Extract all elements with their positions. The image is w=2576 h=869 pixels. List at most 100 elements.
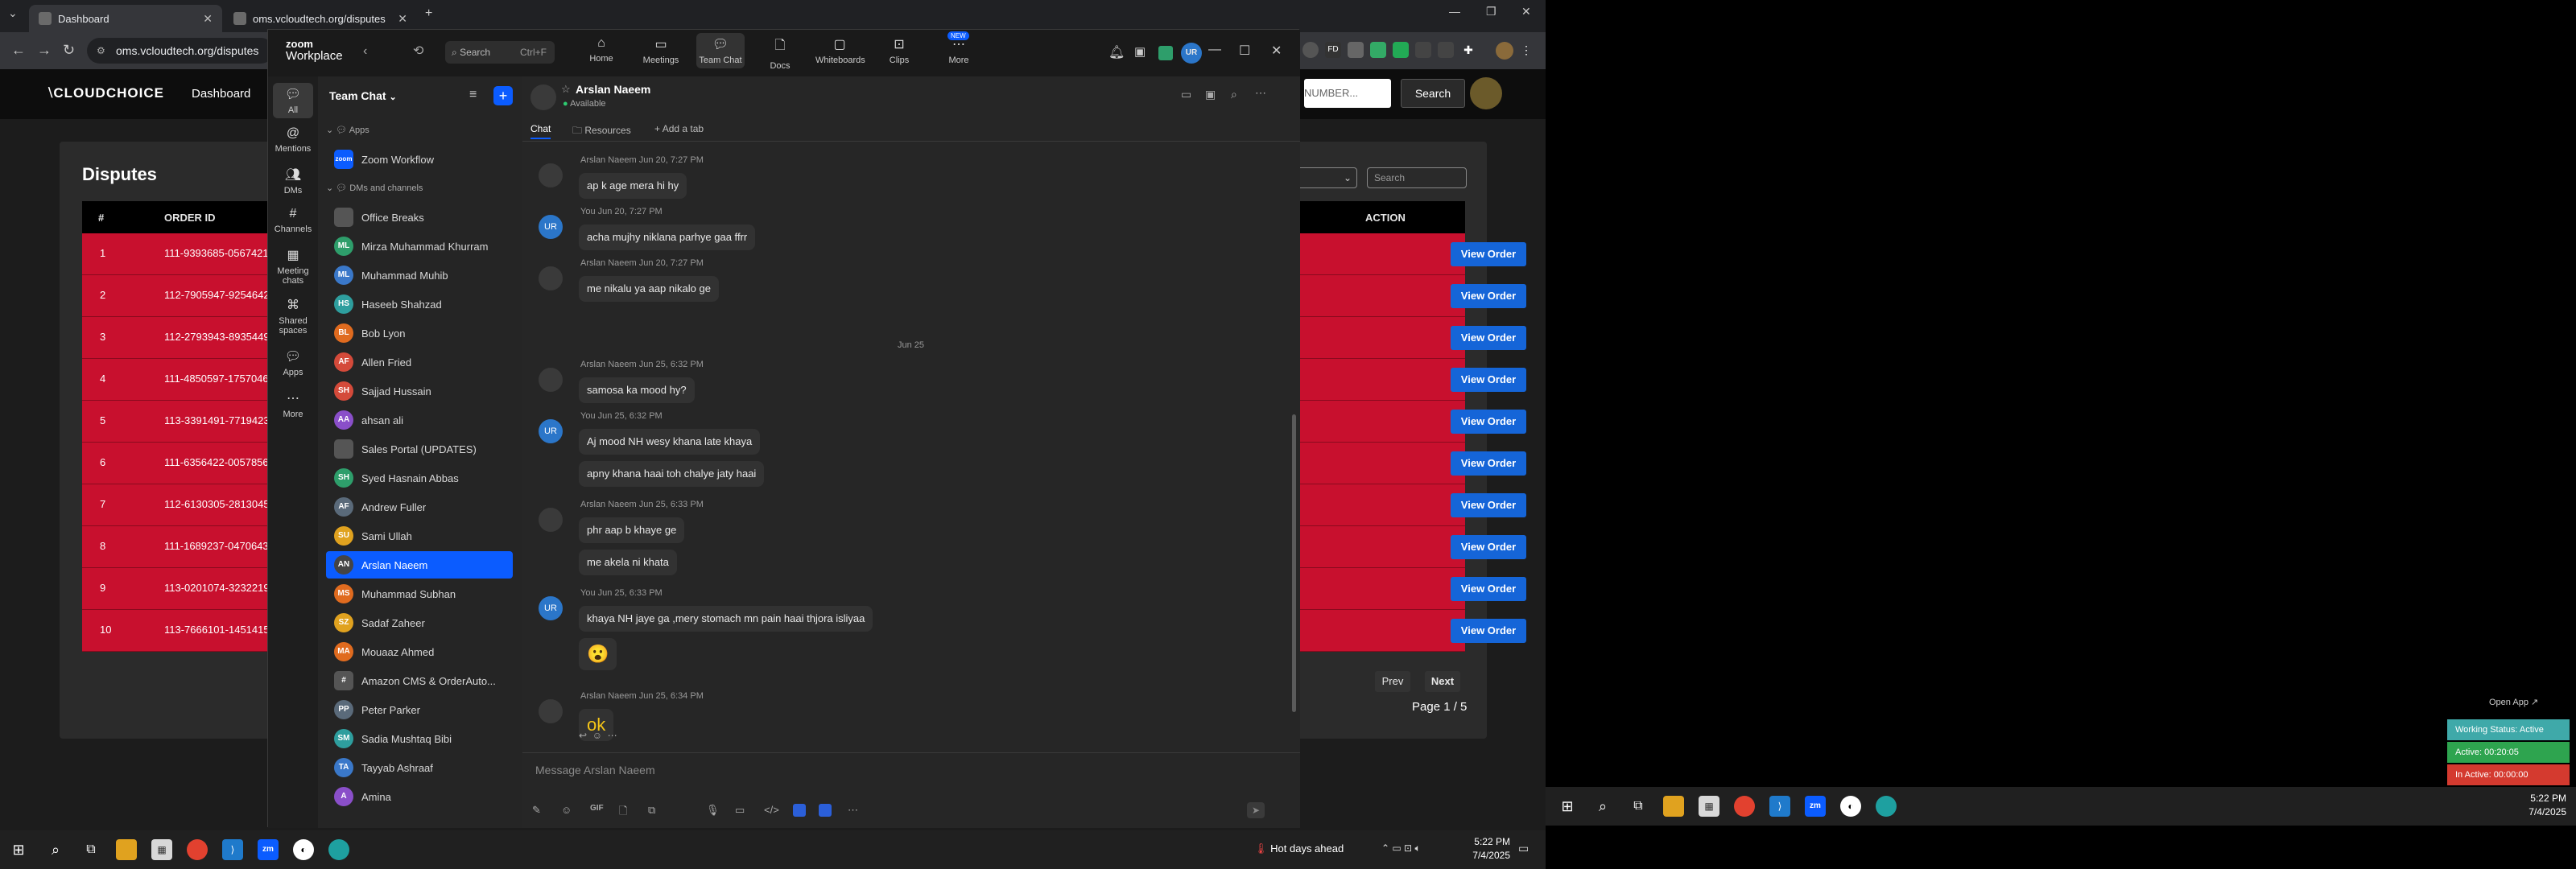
nav-more[interactable]: NEW ⋯ More: [935, 31, 983, 65]
add-tab-button[interactable]: + Add a tab: [654, 123, 704, 134]
extension-icon[interactable]: [1370, 42, 1386, 58]
view-order-button[interactable]: View Order: [1451, 326, 1526, 350]
message-bubble[interactable]: phr aap b khaye ge: [579, 517, 685, 543]
extension-icon[interactable]: [1302, 42, 1319, 58]
contact-item[interactable]: Sales Portal (UPDATES): [326, 435, 513, 463]
contact-avatar[interactable]: [530, 84, 556, 110]
my-avatar[interactable]: UR: [539, 596, 563, 620]
chrome-icon[interactable]: [187, 839, 208, 860]
store-icon[interactable]: ▦: [151, 839, 172, 860]
view-order-button[interactable]: View Order: [1451, 410, 1526, 434]
back-icon[interactable]: ‹: [363, 44, 367, 59]
contact-item[interactable]: A Amina: [326, 783, 513, 810]
send-icon[interactable]: ➤: [1247, 802, 1265, 818]
zoom-app-icon[interactable]: zm: [258, 839, 279, 860]
nav-whiteboards[interactable]: ▢ Whiteboards: [815, 36, 865, 65]
tray-icons[interactable]: ⌃ ▭ ⊡ 🔈︎: [1381, 842, 1421, 855]
contact-item[interactable]: SH Syed Hasnain Abbas: [326, 464, 513, 492]
profile-avatar[interactable]: [1496, 42, 1513, 60]
app-icon[interactable]: [819, 804, 832, 817]
chat-scrollbar[interactable]: [1292, 414, 1296, 712]
rail-channels[interactable]: # Channels: [268, 207, 318, 234]
browser-tab-dashboard[interactable]: Dashboard ✕: [29, 5, 222, 32]
view-order-button[interactable]: View Order: [1451, 368, 1526, 392]
close-tab-icon[interactable]: ✕: [203, 12, 213, 26]
windows-start-icon[interactable]: ⊞: [8, 839, 29, 860]
tab-resources[interactable]: 🗀︎ Resources: [572, 123, 631, 140]
address-bar[interactable]: ⚙ oms.vcloudtech.org/disputes: [87, 38, 274, 64]
view-order-button[interactable]: View Order: [1451, 284, 1526, 308]
next-page-button[interactable]: Next: [1425, 671, 1460, 692]
contact-item[interactable]: MS Muhammad Subhan: [326, 580, 513, 607]
extension-icon[interactable]: [1393, 42, 1409, 58]
star-icon[interactable]: ☆: [561, 83, 571, 96]
contact-item[interactable]: AF Andrew Fuller: [326, 493, 513, 521]
file-explorer-icon[interactable]: [116, 839, 137, 860]
weather-widget[interactable]: 🌡︎ Hot days ahead: [1254, 842, 1344, 855]
message-bubble[interactable]: samosa ka mood hy?: [579, 377, 695, 403]
app-icon[interactable]: [1158, 46, 1173, 60]
code-icon[interactable]: </>: [764, 804, 779, 816]
prev-page-button[interactable]: Prev: [1375, 671, 1410, 692]
message-bubble[interactable]: acha mujhy niklana parhye gaa ffrr: [579, 224, 756, 250]
contact-item[interactable]: AF Allen Fried: [326, 348, 513, 376]
maximize-icon[interactable]: ☐: [1239, 43, 1250, 59]
contact-item[interactable]: HS Haseeb Shahzad: [326, 290, 513, 318]
nav-docs[interactable]: 🗋︎ Docs: [756, 36, 804, 71]
message-bubble[interactable]: ap k age mera hi hy: [579, 173, 687, 199]
sender-avatar[interactable]: [539, 266, 563, 290]
contact-item[interactable]: SH Sajjad Hussain: [326, 377, 513, 405]
app-icon[interactable]: [328, 839, 349, 860]
search-button[interactable]: Search: [1401, 79, 1465, 108]
new-chat-button[interactable]: +: [493, 86, 513, 105]
app-icon[interactable]: ◐: [1840, 796, 1861, 817]
menu-icon[interactable]: ⋮: [1518, 42, 1534, 58]
more-actions-icon[interactable]: ⋯: [608, 730, 617, 741]
my-avatar[interactable]: UR: [539, 215, 563, 239]
chrome-icon[interactable]: [1734, 796, 1755, 817]
share-screen-icon[interactable]: ▣: [1134, 44, 1146, 59]
contact-item[interactable]: AN Arslan Naeem: [326, 551, 513, 579]
notification-icon[interactable]: ▭: [1518, 842, 1529, 855]
rail-more[interactable]: ⋯ More: [268, 390, 318, 419]
view-order-button[interactable]: View Order: [1451, 493, 1526, 517]
contact-item[interactable]: TA Tayyab Ashraaf: [326, 754, 513, 781]
extensions-puzzle-icon[interactable]: ✚: [1460, 42, 1476, 58]
message-input[interactable]: Message Arslan Naeem: [535, 764, 655, 776]
search-icon[interactable]: ⌕: [1592, 796, 1613, 817]
open-app-link[interactable]: Open App ↗: [2489, 697, 2538, 707]
extension-icon[interactable]: [1415, 42, 1431, 58]
clock[interactable]: 5:22 PM 7/4/2025: [2512, 792, 2566, 819]
contact-item[interactable]: PP Peter Parker: [326, 696, 513, 723]
search-icon[interactable]: ⌕: [1231, 88, 1237, 101]
nav-dashboard-link[interactable]: Dashboard: [192, 87, 250, 101]
more-icon[interactable]: ⋯: [848, 804, 858, 817]
contact-item[interactable]: Office Breaks: [326, 204, 513, 231]
sender-avatar[interactable]: [539, 368, 563, 392]
maximize-icon[interactable]: ❐: [1486, 5, 1496, 19]
task-view-icon[interactable]: ⧉: [80, 839, 101, 860]
close-tab-icon[interactable]: ✕: [398, 12, 407, 26]
sender-avatar[interactable]: [539, 699, 563, 723]
contact-item[interactable]: MA Mouaaz Ahmed: [326, 638, 513, 665]
view-order-button[interactable]: View Order: [1451, 535, 1526, 559]
table-search-input[interactable]: Search: [1367, 167, 1467, 188]
nav-home[interactable]: ⌂ Home: [577, 36, 625, 64]
file-icon[interactable]: 🗋︎: [619, 804, 627, 822]
user-avatar[interactable]: UR: [1181, 43, 1202, 64]
rail-dms[interactable]: 👥︎ DMs: [268, 167, 318, 196]
tab-search-icon[interactable]: ⌄: [8, 6, 18, 20]
extension-icon[interactable]: [1438, 42, 1454, 58]
file-explorer-icon[interactable]: [1663, 796, 1684, 817]
view-order-button[interactable]: View Order: [1451, 451, 1526, 476]
search-icon[interactable]: ⌕: [45, 839, 66, 860]
contact-item[interactable]: SZ Sadaf Zaheer: [326, 609, 513, 636]
message-bubble[interactable]: apny khana haai toh chalye jaty haai: [579, 461, 765, 487]
view-order-button[interactable]: View Order: [1451, 619, 1526, 643]
contact-item[interactable]: ML Muhammad Muhib: [326, 262, 513, 289]
my-avatar[interactable]: UR: [539, 419, 563, 443]
rail-meeting-chats[interactable]: ▦ Meeting chats: [268, 247, 318, 286]
message-bubble[interactable]: khaya NH jaye ga ,mery stomach mn pain h…: [579, 606, 873, 632]
view-order-button[interactable]: View Order: [1451, 242, 1526, 266]
message-bubble[interactable]: Aj mood NH wesy khana late khaya: [579, 429, 761, 455]
